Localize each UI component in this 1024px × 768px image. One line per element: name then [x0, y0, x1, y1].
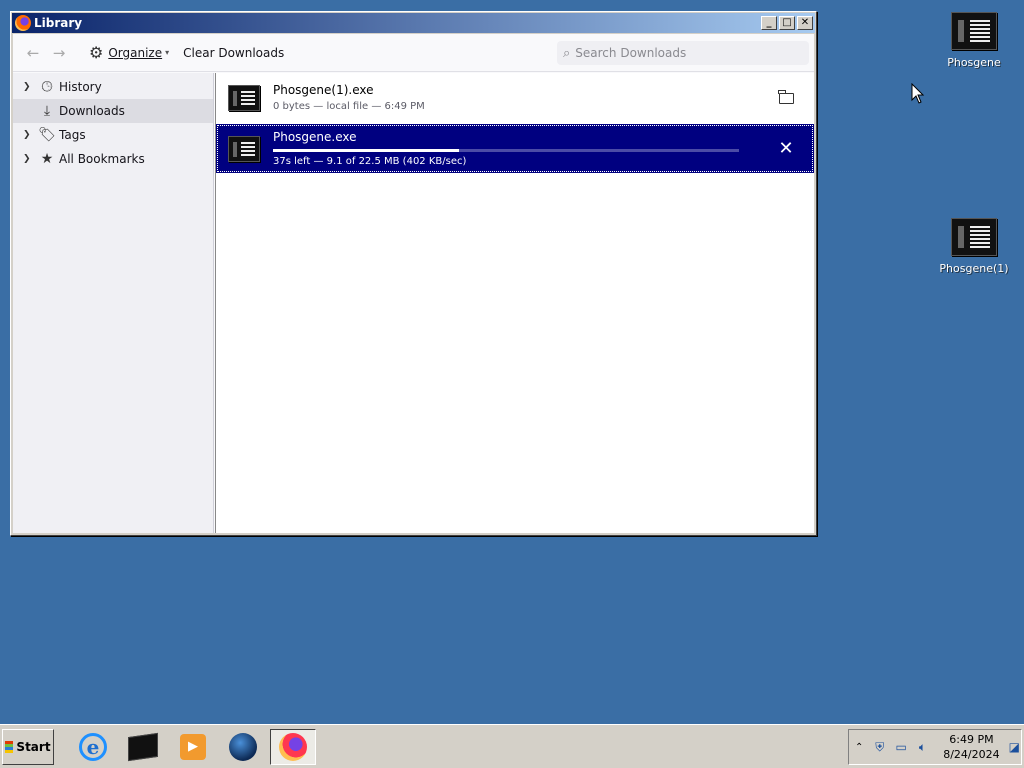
download-status: 0 bytes — local file — 6:49 PM: [273, 101, 425, 112]
minimize-button[interactable]: _: [761, 16, 777, 30]
downloads-list: Phosgene(1).exe 0 bytes — local file — 6…: [215, 73, 814, 533]
library-window: Library _ □ ✕ ← → ⚙ Organize ▾ Clear Dow…: [10, 11, 817, 536]
sidebar-item-label: Downloads: [59, 104, 125, 118]
sidebar-item-label: Tags: [59, 128, 86, 142]
windows-logo-icon: [5, 740, 14, 753]
sidebar-item-tags[interactable]: ❯ 🏷︎ Tags: [13, 123, 213, 147]
sidebar-item-label: All Bookmarks: [59, 152, 145, 166]
desktop-icon-label: Phosgene: [947, 56, 1001, 69]
maximize-button[interactable]: □: [779, 16, 795, 30]
library-toolbar: ← → ⚙ Organize ▾ Clear Downloads ⌕ Searc…: [13, 34, 814, 72]
sidebar-item-label: History: [59, 80, 102, 94]
network-icon[interactable]: ▭: [894, 740, 907, 754]
clock-date: 8/24/2024: [943, 748, 1000, 761]
organize-button[interactable]: ⚙ Organize ▾: [89, 43, 169, 62]
shield-icon[interactable]: ⛨: [873, 740, 886, 754]
globe-icon: [229, 732, 257, 761]
chevron-right-icon[interactable]: ❯: [23, 82, 37, 92]
cancel-download-button[interactable]: ✕: [766, 138, 806, 159]
download-progress-fill: [273, 149, 460, 152]
download-item[interactable]: Phosgene.exe 37s left — 9.1 of 22.5 MB (…: [216, 124, 814, 173]
search-icon: ⌕: [563, 45, 571, 61]
gear-icon: ⚙: [89, 43, 104, 62]
show-hidden-icons-icon[interactable]: ⌃: [855, 742, 865, 753]
taskbar-app-globe[interactable]: [220, 729, 266, 765]
download-filename: Phosgene.exe: [273, 130, 357, 144]
start-label: Start: [16, 739, 51, 754]
open-folder-button[interactable]: [766, 88, 806, 107]
search-placeholder: Search Downloads: [575, 46, 687, 60]
star-icon: ★: [40, 151, 54, 167]
library-content: ← → ⚙ Organize ▾ Clear Downloads ⌕ Searc…: [13, 34, 814, 533]
clock-time: 6:49 PM: [949, 733, 994, 746]
exe-file-icon: [228, 84, 260, 111]
taskbar: Start e ▶ ⌃ ⛨ ▭ 🔈︎ 6:49 PM 8/24/2024 ◪: [0, 724, 1024, 768]
download-icon: ⤓: [43, 103, 51, 119]
download-progress-bar: [273, 149, 739, 152]
window-titlebar[interactable]: Library _ □ ✕: [12, 13, 815, 33]
desktop-icon-phosgene-1[interactable]: Phosgene(1): [934, 218, 1014, 275]
chevron-right-icon[interactable]: ❯: [23, 154, 37, 164]
tag-icon: 🏷︎: [38, 127, 56, 143]
taskbar-app-terminal[interactable]: [120, 729, 166, 765]
exe-file-icon: [951, 12, 997, 50]
folder-icon: [777, 90, 794, 104]
sidebar-item-all-bookmarks[interactable]: ❯ ★ All Bookmarks: [13, 147, 213, 171]
exe-file-icon: [228, 135, 260, 162]
download-filename: Phosgene(1).exe: [273, 83, 374, 97]
start-button[interactable]: Start: [2, 728, 54, 765]
library-sidebar: ❯ 🕒︎ History ⤓ Downloads ❯ 🏷︎ Tags ❯ ★ A…: [13, 73, 214, 533]
taskbar-app-internet-explorer[interactable]: e: [70, 729, 116, 765]
exe-file-icon: [951, 218, 997, 256]
clock-icon: 🕒︎: [41, 79, 53, 95]
cancel-icon: ✕: [778, 138, 794, 159]
taskbar-app-media-player[interactable]: ▶: [170, 729, 216, 765]
taskbar-app-firefox[interactable]: [270, 728, 316, 765]
window-title: Library: [34, 16, 83, 30]
back-arrow-icon[interactable]: ←: [23, 44, 43, 62]
download-item[interactable]: Phosgene(1).exe 0 bytes — local file — 6…: [216, 73, 814, 122]
firefox-icon: [279, 732, 307, 761]
desktop-icon-phosgene[interactable]: Phosgene: [934, 12, 1014, 69]
chevron-down-icon: ▾: [165, 48, 170, 57]
clear-downloads-button[interactable]: Clear Downloads: [183, 46, 284, 60]
mouse-cursor-icon: [911, 83, 925, 104]
forward-arrow-icon[interactable]: →: [49, 44, 69, 62]
search-input[interactable]: ⌕ Search Downloads: [557, 41, 809, 65]
volume-icon[interactable]: 🔈︎: [916, 740, 929, 754]
download-status: 37s left — 9.1 of 22.5 MB (402 KB/sec): [273, 156, 467, 167]
organize-label: Organize: [108, 45, 163, 60]
internet-explorer-icon: e: [79, 732, 107, 761]
chevron-right-icon[interactable]: ❯: [23, 130, 37, 140]
taskbar-clock[interactable]: 6:49 PM 8/24/2024: [943, 732, 999, 762]
desktop-icon-label: Phosgene(1): [939, 262, 1009, 275]
sidebar-item-history[interactable]: ❯ 🕒︎ History: [13, 75, 213, 99]
sidebar-item-downloads[interactable]: ⤓ Downloads: [13, 99, 213, 123]
media-player-icon: ▶: [180, 733, 206, 760]
close-button[interactable]: ✕: [797, 16, 813, 30]
show-desktop-icon[interactable]: ◪: [1008, 740, 1021, 754]
system-tray: ⌃ ⛨ ▭ 🔈︎ 6:49 PM 8/24/2024 ◪: [848, 729, 1022, 765]
terminal-icon: [128, 732, 158, 761]
firefox-icon: [15, 15, 31, 31]
